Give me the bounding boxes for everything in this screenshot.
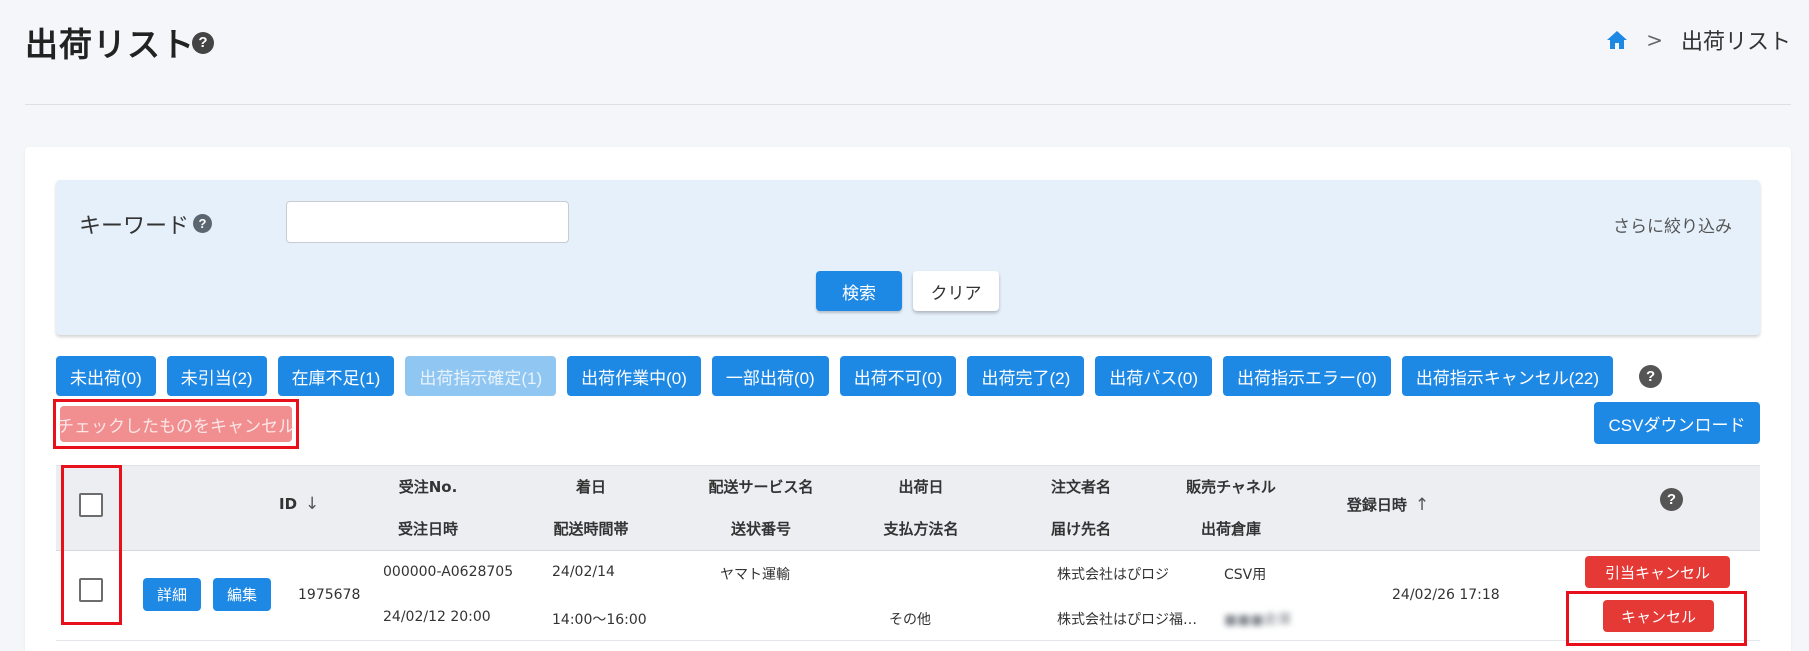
page-title: 出荷リスト: [25, 25, 195, 64]
cancel-button[interactable]: キャンセル: [1603, 600, 1714, 632]
cell-delivery-time: 14:00～16:00: [552, 612, 647, 628]
cancel-checked-button[interactable]: チェックしたものをキャンセル: [57, 406, 295, 442]
cell-orderer: 株式会社はぴロジ: [1057, 567, 1169, 583]
question-circle-icon[interactable]: ?: [193, 214, 212, 233]
cell-sales-channel: CSV用: [1224, 567, 1267, 583]
row-checkbox[interactable]: [79, 578, 103, 602]
csv-download-button[interactable]: CSVダウンロード: [1594, 402, 1760, 444]
cancel-checked-highlight: チェックしたものをキャンセル: [53, 399, 299, 449]
cell-order-no: 000000-A0628705: [383, 564, 514, 580]
home-icon[interactable]: [1606, 30, 1628, 50]
status-filter-instruction-confirmed[interactable]: 出荷指示確定(1): [405, 356, 557, 396]
status-filter-pass[interactable]: 出荷パス(0): [1095, 356, 1213, 396]
cell-payment-method: その他: [889, 612, 931, 628]
clear-button[interactable]: クリア: [913, 271, 999, 311]
header-ship-date: 出荷日: [898, 478, 944, 496]
question-circle-icon[interactable]: ?: [192, 32, 214, 54]
header-recipient: 届け先名: [1050, 520, 1111, 538]
header-registered-at[interactable]: 登録日時 ↑: [1318, 494, 1458, 515]
cell-arrival-date: 24/02/14: [552, 564, 615, 580]
page-header: 出荷リスト ? > 出荷リスト: [0, 0, 1809, 105]
status-filter-out-of-stock[interactable]: 在庫不足(1): [277, 356, 395, 396]
header-registered-at-label: 登録日時: [1346, 496, 1407, 514]
header-id[interactable]: ID ↓: [279, 494, 319, 514]
more-filter-link[interactable]: さらに絞り込み: [1613, 212, 1732, 237]
keyword-label: キーワード: [79, 214, 190, 239]
cell-warehouse: ■■■倉庫: [1224, 612, 1292, 628]
status-filter-partial[interactable]: 一部出荷(0): [711, 356, 829, 396]
main-card: キーワード ? さらに絞り込み 検索 クリア 未出荷(0) 未引当(2) 在庫不…: [25, 147, 1791, 651]
breadcrumb: > 出荷リスト: [1606, 24, 1791, 56]
status-filter-not-shippable[interactable]: 出荷不可(0): [839, 356, 957, 396]
status-filter-completed[interactable]: 出荷完了(2): [967, 356, 1085, 396]
header-delivery-service: 配送サービス名: [708, 478, 814, 496]
chevron-right-icon: >: [1646, 28, 1663, 52]
header-divider: [25, 104, 1791, 105]
cell-delivery-service: ヤマト運輸: [720, 567, 790, 583]
shipment-table: ID ↓ 受注No. 受注日時 着日 配送時間帯 配送サービス名 送状番号 出荷日…: [56, 465, 1760, 646]
status-filter-bar: 未出荷(0) 未引当(2) 在庫不足(1) 出荷指示確定(1) 出荷作業中(0)…: [56, 356, 1663, 396]
question-circle-icon[interactable]: ?: [1639, 364, 1663, 388]
table-row: 詳細 編集 1975678 000000-A0628705 24/02/12 2…: [56, 551, 1760, 646]
header-delivery-time: 配送時間帯: [553, 520, 629, 538]
edit-button[interactable]: 編集: [213, 578, 272, 611]
allocation-cancel-button[interactable]: 引当キャンセル: [1585, 556, 1730, 588]
header-sales-channel: 販売チャネル: [1186, 478, 1276, 496]
arrow-down-icon: ↓: [305, 494, 320, 514]
table-header: ID ↓ 受注No. 受注日時 着日 配送時間帯 配送サービス名 送状番号 出荷日…: [56, 465, 1760, 551]
status-filter-error[interactable]: 出荷指示エラー(0): [1223, 356, 1391, 396]
status-filter-unshipped[interactable]: 未出荷(0): [56, 356, 156, 396]
arrow-up-icon: ↑: [1414, 495, 1430, 515]
search-panel: キーワード ? さらに絞り込み 検索 クリア: [56, 180, 1760, 335]
cell-order-date: 24/02/12 20:00: [383, 609, 491, 625]
status-filter-cancelled[interactable]: 出荷指示キャンセル(22): [1401, 356, 1614, 396]
header-payment-method: 支払方法名: [883, 520, 959, 538]
breadcrumb-current: 出荷リスト: [1680, 30, 1791, 55]
header-order-date: 受注日時: [397, 520, 458, 538]
header-arrival-date: 着日: [575, 478, 606, 496]
detail-button[interactable]: 詳細: [143, 578, 202, 611]
keyword-input[interactable]: [286, 201, 569, 243]
search-button[interactable]: 検索: [816, 271, 902, 311]
status-filter-unallocated[interactable]: 未引当(2): [166, 356, 267, 396]
header-tracking-no: 送状番号: [730, 520, 791, 538]
header-orderer: 注文者名: [1050, 478, 1111, 496]
cell-registered-at: 24/02/26 17:18: [1392, 587, 1500, 603]
header-order-no: 受注No.: [398, 478, 458, 496]
select-all-checkbox[interactable]: [79, 493, 103, 517]
question-circle-icon[interactable]: ?: [1660, 488, 1683, 511]
header-warehouse: 出荷倉庫: [1200, 520, 1261, 538]
cell-recipient: 株式会社はぴロジ福…: [1057, 612, 1197, 628]
cell-id: 1975678: [298, 587, 361, 603]
status-filter-in-progress[interactable]: 出荷作業中(0): [567, 356, 701, 396]
header-id-label: ID: [279, 495, 298, 513]
